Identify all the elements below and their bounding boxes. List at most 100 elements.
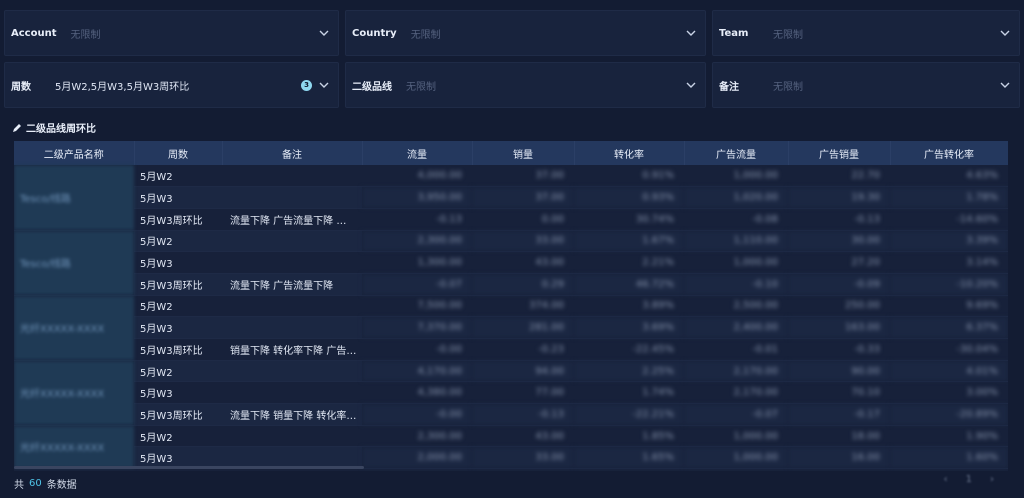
next-page-button[interactable]: ›	[990, 474, 994, 485]
table-row[interactable]: 光纤XXXXX-XXXX 5月W2 4,170.00 94.00 2.25% 2,170.…	[14, 360, 1008, 426]
table-row[interactable]: Tesco/线路 5月W2 2,300.00 33.00 1.67% 1,110.00 30…	[14, 230, 1008, 296]
table-row[interactable]: 光纤XXXXX-XXXX 5月W2 7,500.00 374.00 3.89% 2,500…	[14, 295, 1008, 361]
table-row[interactable]: 5月W3周环比 流量下降 销量下降 转化率… -0.00 -0.13 -22.21% -0…	[14, 403, 1008, 426]
horizontal-scrollbar[interactable]	[14, 466, 364, 469]
week-cell: 5月W3	[134, 186, 222, 209]
filter-row2-0[interactable]: 周数 5月W2,5月W3,5月W3周环比 3	[4, 62, 339, 108]
metric-cell: 22.70	[788, 165, 890, 188]
metric-cell: -0.07	[684, 403, 788, 426]
week-cell: 5月W3周环比	[134, 273, 222, 296]
metric-cell: 2,400.00	[684, 316, 788, 339]
metric-cell: 1.60%	[890, 446, 1008, 470]
column-header[interactable]: 转化率	[574, 141, 685, 165]
metric-cell: 2,300.00	[362, 425, 472, 448]
metric-cell: -0.09	[788, 273, 890, 296]
table-row[interactable]: 5月W3 3,950.00 37.00 0.93% 1,020.00 19.30 1.78%	[14, 186, 1008, 209]
metric-cell: -0.00	[362, 403, 472, 426]
metric-cell: 3.69%	[574, 316, 684, 339]
week-cell: 5月W3周环比	[134, 338, 222, 361]
table-row[interactable]: Tesco/线路 5月W2 4,000.00 37.00 0.91% 1,000.00 22…	[14, 165, 1008, 231]
metric-cell: 7,500.00	[362, 295, 472, 318]
filter-row1-2[interactable]: Team 无限制	[712, 10, 1020, 56]
metric-cell: 1.90%	[890, 425, 1008, 448]
table-row[interactable]: 5月W3周环比 流量下降 广告流量下降 -0.07 0.29 46.72% -0.10 -0…	[14, 273, 1008, 296]
table-header-row: 二级产品名称 周数 备注 流量 销量 转化率 广告流量 广告销量 广告转化率	[14, 141, 1008, 165]
metric-cell: 2,170.00	[684, 360, 788, 383]
chevron-down-icon[interactable]	[318, 27, 330, 39]
metric-cell: 90.00	[788, 360, 890, 383]
metric-cell: 3,950.00	[362, 186, 472, 209]
chevron-down-icon[interactable]	[318, 79, 330, 91]
table-row[interactable]: 5月W3 4,380.00 77.00 1.74% 2,170.00 70.10 3.00%	[14, 381, 1008, 405]
table-row[interactable]: 5月W3周环比 流量下降 广告流量下降 … -0.13 0.00 30.74% -0.08…	[14, 208, 1008, 231]
metric-cell: 374.00	[472, 295, 574, 318]
chevron-down-icon[interactable]	[999, 27, 1011, 39]
chevron-down-icon[interactable]	[685, 27, 697, 39]
product-name-cell: Tesco/线路	[14, 165, 134, 231]
note-cell	[222, 360, 362, 383]
metric-cell: 1.74%	[574, 381, 684, 405]
metric-cell: 7,370.00	[362, 316, 472, 339]
table-row[interactable]: 5月W3 7,370.00 281.00 3.69% 2,400.00 163.00 6.3…	[14, 316, 1008, 339]
table-row[interactable]: 光纤XXXXX-XXXX 5月W2 2,300.00 43.00 1.85% 1,000.…	[14, 425, 1008, 470]
filter-row2-2[interactable]: 备注 无限制	[712, 62, 1020, 108]
metric-cell: 3.89%	[574, 295, 684, 318]
metric-cell: 43.00	[472, 251, 574, 274]
page-number[interactable]: 1	[966, 474, 972, 485]
filter-panel: Account 无限制 Country 无限制 Team 无限制 周数 5月W2,5月W3,…	[4, 10, 1020, 114]
column-header[interactable]: 广告销量	[788, 141, 891, 165]
filter-row-1: Account 无限制 Country 无限制 Team 无限制	[4, 10, 1020, 56]
filter-row-2: 周数 5月W2,5月W3,5月W3周环比 3 二级品线 无限制 备注 无限制	[4, 62, 1020, 108]
section-title: 二级品线周环比	[12, 120, 96, 135]
metric-cell: 4,000.00	[362, 165, 472, 188]
filter-label: 周数	[11, 81, 31, 93]
filter-row1-1[interactable]: Country 无限制	[345, 10, 706, 56]
week-cell: 5月W3	[134, 381, 222, 405]
metric-cell: -0.10	[684, 273, 788, 296]
column-header[interactable]: 备注	[222, 141, 363, 165]
metric-cell: 1,000.00	[684, 165, 788, 188]
column-header[interactable]: 流量	[362, 141, 473, 165]
metric-cell: -0.13	[472, 403, 574, 426]
filter-label: Country	[352, 27, 397, 39]
metric-cell: -10.20%	[890, 273, 1008, 296]
prev-page-button[interactable]: ‹	[944, 474, 948, 485]
chevron-down-icon[interactable]	[685, 79, 697, 91]
metric-cell: 0.91%	[574, 165, 684, 188]
filter-value: 无限制	[410, 29, 441, 41]
metric-cell: -0.13	[788, 208, 890, 231]
filter-row1-0[interactable]: Account 无限制	[4, 10, 339, 56]
column-header[interactable]: 周数	[134, 141, 223, 165]
column-header[interactable]: 广告流量	[684, 141, 789, 165]
filter-value: 无限制	[773, 81, 803, 93]
metric-cell: -0.08	[684, 208, 788, 231]
filter-label: 二级品线	[352, 81, 392, 93]
metric-cell: -30.04%	[890, 338, 1008, 361]
pagination: ‹ 1 ›	[944, 474, 994, 485]
table-row[interactable]: 5月W3周环比 销量下降 转化率下降 广告… -0.00 -0.23 -22.45% -0…	[14, 338, 1008, 361]
week-cell: 5月W3周环比	[134, 403, 222, 426]
note-cell	[222, 251, 362, 274]
metric-cell: -0.00	[362, 338, 472, 361]
metric-cell: 1,110.00	[684, 230, 788, 253]
metric-cell: 46.72%	[574, 273, 684, 296]
metric-cell: 30.74%	[574, 208, 684, 231]
week-cell: 5月W3周环比	[134, 208, 222, 231]
metric-cell: 2.21%	[574, 251, 684, 274]
column-header[interactable]: 销量	[472, 141, 575, 165]
product-name-cell: 光纤XXXXX-XXXX	[14, 360, 134, 426]
note-cell	[222, 165, 362, 188]
chevron-down-icon[interactable]	[999, 79, 1011, 91]
product-name-cell: 光纤XXXXX-XXXX	[14, 295, 134, 361]
column-header[interactable]: 二级产品名称	[14, 141, 135, 165]
metric-cell: -0.17	[788, 403, 890, 426]
column-header[interactable]: 广告转化率	[890, 141, 1008, 165]
metric-cell: 19.30	[788, 186, 890, 209]
filter-value: 无限制	[406, 81, 436, 93]
filter-row2-1[interactable]: 二级品线 无限制	[345, 62, 706, 108]
metric-cell: 4,380.00	[362, 381, 472, 405]
note-cell	[222, 230, 362, 253]
table-row[interactable]: 5月W3 1,300.00 43.00 2.21% 1,000.00 27.20 3.14%	[14, 251, 1008, 274]
metric-cell: 33.00	[472, 230, 574, 253]
metric-cell: 30.00	[788, 230, 890, 253]
